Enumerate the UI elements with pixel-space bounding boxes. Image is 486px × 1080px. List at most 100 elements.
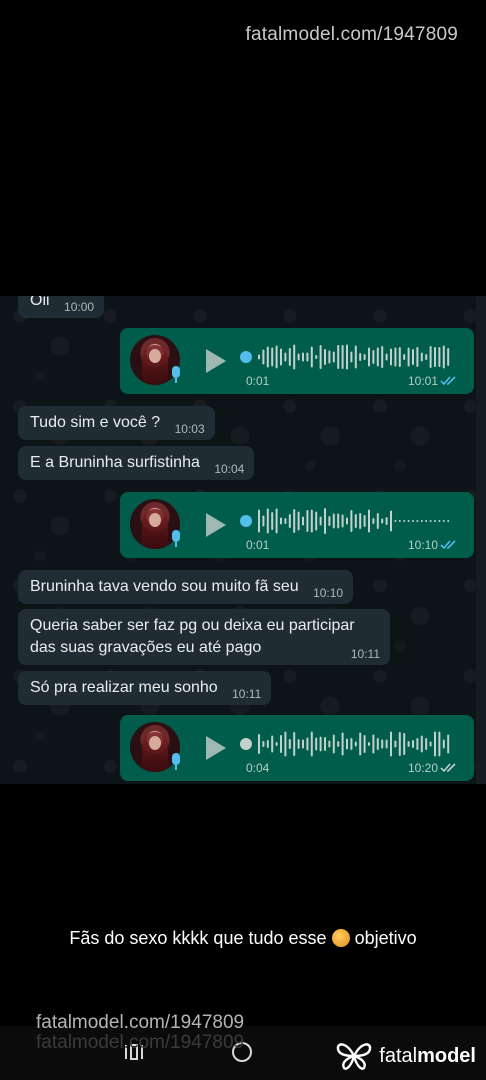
waveform-bar	[398, 732, 401, 756]
waveform-bar	[284, 731, 287, 757]
waveform-bar	[350, 351, 353, 363]
waveform-bar	[310, 509, 313, 533]
playback-dot[interactable]	[240, 738, 252, 750]
waveform-bars	[258, 731, 450, 757]
message-text: Queria saber ser faz pg ou deixa eu part…	[30, 617, 355, 656]
message-time: 10:04	[214, 462, 245, 476]
waveform-bars	[258, 508, 450, 534]
caption-text-end: objetivo	[354, 928, 417, 948]
waveform-bar	[350, 510, 353, 532]
caption-text: Fãs do sexo kkkk que tudo esse	[69, 928, 327, 948]
waveform-bar	[403, 354, 406, 360]
waveform-bar	[429, 346, 432, 368]
waveform-bar	[363, 354, 366, 360]
waveform-bar	[266, 346, 269, 368]
chat-screenshot: Oii 10:00 0:01 10:01 Tudo sim e você ? 1…	[0, 296, 486, 784]
waveform-bar	[271, 347, 274, 367]
audio-waveform[interactable]	[240, 506, 452, 536]
waveform-bar	[324, 508, 326, 534]
voice-message[interactable]: 0:04 10:20	[120, 715, 474, 781]
message-time: 10:01	[407, 374, 438, 388]
audio-waveform[interactable]	[240, 729, 452, 759]
message-bubble[interactable]: Só pra realizar meu sonho 10:11	[18, 671, 272, 705]
video-caption: Fãs do sexo kkkk que tudo esse objetivo	[0, 928, 486, 949]
waveform-bars	[258, 344, 450, 370]
waveform-bar	[438, 520, 441, 522]
watermark-top: fatalmodel.com/1947809	[245, 24, 458, 45]
waveform-bar	[315, 511, 318, 531]
chat-scrollbar[interactable]	[476, 296, 486, 784]
watermark-bottom: fatalmodel.com/1947809	[36, 1012, 245, 1033]
waveform-bar	[442, 345, 445, 369]
waveform-bar	[403, 520, 406, 522]
waveform-bar	[302, 739, 304, 749]
waveform-bar	[337, 513, 340, 529]
microphone-icon	[172, 366, 180, 383]
waveform-bar	[368, 347, 370, 367]
waveform-bar	[337, 741, 340, 747]
message-bubble[interactable]: E a Bruninha surfistinha 10:04	[18, 446, 255, 480]
waveform-bar	[275, 508, 278, 534]
waveform-bar	[398, 520, 401, 522]
playback-dot[interactable]	[240, 515, 252, 527]
waveform-bar	[266, 508, 269, 534]
waveform-bar	[293, 732, 296, 756]
waveform-bar	[434, 347, 436, 367]
waveform-bar	[288, 348, 291, 366]
waveform-bar	[403, 733, 406, 755]
play-icon[interactable]	[206, 349, 226, 373]
message-time: 10:10	[407, 538, 438, 552]
message-time: 10:10	[313, 586, 344, 600]
message-time: 10:11	[232, 687, 262, 701]
waveform-bar	[341, 732, 344, 756]
waveform-bar	[297, 511, 300, 531]
waveform-bar	[297, 739, 300, 749]
waveform-bar	[310, 731, 313, 757]
waveform-bar	[368, 509, 370, 533]
waveform-bar	[324, 349, 326, 365]
message-text: Oii	[30, 296, 50, 309]
waveform-bar	[442, 520, 445, 522]
watermark-bottom-shadow: fatalmodel.com/1947809	[36, 1032, 245, 1053]
playback-dot[interactable]	[240, 351, 252, 363]
waveform-bar	[280, 735, 282, 753]
message-time: 10:03	[174, 422, 205, 436]
waveform-bar	[341, 514, 344, 528]
waveform-bar	[372, 350, 375, 364]
play-icon[interactable]	[206, 513, 226, 537]
voice-message[interactable]: 0:01 10:10	[120, 492, 474, 558]
play-icon[interactable]	[206, 736, 226, 760]
waveform-bar	[315, 355, 318, 359]
waveform-bar	[438, 347, 441, 367]
waveform-bar	[354, 741, 357, 747]
waveform-bar	[372, 734, 375, 754]
waveform-bar	[447, 348, 450, 366]
waveform-bar	[381, 346, 384, 368]
message-time: 10:00	[64, 300, 95, 314]
message-bubble[interactable]: Bruninha tava vendo sou muito fã seu 10:…	[18, 570, 354, 604]
waveform-bar	[284, 352, 287, 362]
message-bubble[interactable]: Oii 10:00	[18, 296, 105, 318]
message-bubble[interactable]: Queria saber ser faz pg ou deixa eu part…	[18, 609, 390, 665]
waveform-bar	[363, 515, 366, 527]
message-bubble[interactable]: Tudo sim e você ? 10:03	[18, 406, 215, 440]
brand-logo: fatalmodel	[335, 1040, 476, 1072]
waveform-bar	[381, 739, 384, 749]
waveform-bar	[341, 345, 344, 369]
waveform-bar	[258, 509, 260, 533]
waveform-bar	[385, 739, 388, 749]
message-text: Bruninha tava vendo sou muito fã seu	[30, 578, 299, 595]
waveform-bar	[275, 345, 278, 369]
message-time: 10:20	[407, 761, 438, 775]
waveform-bar	[438, 731, 441, 757]
message-text: Tudo sim e você ?	[30, 414, 161, 431]
voice-message[interactable]: 0:01 10:01	[120, 328, 474, 394]
waveform-bar	[359, 732, 362, 756]
waveform-bar	[376, 738, 379, 750]
waveform-bar	[332, 513, 335, 529]
waveform-bar	[447, 520, 450, 522]
waveform-bar	[385, 517, 388, 525]
waveform-bar	[390, 510, 392, 532]
audio-waveform[interactable]	[240, 342, 452, 372]
waveform-bar	[412, 740, 414, 748]
